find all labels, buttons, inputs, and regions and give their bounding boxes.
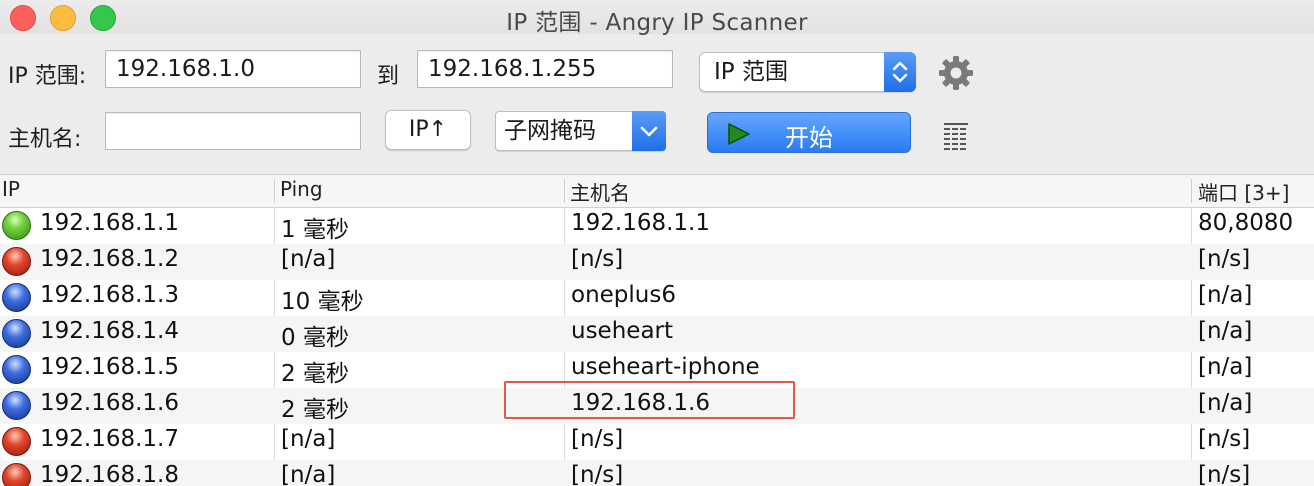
ip-cell: 192.168.1.5 <box>40 354 179 380</box>
column-header-hostname[interactable]: 主机名 <box>570 177 630 206</box>
table-row[interactable]: 192.168.1.7 [n/a] [n/s] [n/s] <box>0 424 1314 460</box>
title-bar: IP 范围 - Angry IP Scanner <box>0 0 1314 36</box>
host-status-icon <box>2 355 31 384</box>
ip-cell: 192.168.1.1 <box>40 210 179 236</box>
ping-cell: [n/a] <box>281 462 336 486</box>
host-status-icon <box>2 463 31 486</box>
host-status-icon <box>2 391 31 420</box>
ports-cell: [n/a] <box>1198 282 1253 308</box>
feeder-select[interactable]: IP 范围 <box>699 52 916 92</box>
hostname-cell: [n/s] <box>571 462 624 486</box>
feeder-select-value: IP 范围 <box>714 59 788 85</box>
table-row[interactable]: 192.168.1.1 1 毫秒 192.168.1.1 80,8080 <box>0 208 1314 244</box>
host-status-icon <box>2 319 31 348</box>
ports-cell: [n/s] <box>1198 246 1251 272</box>
column-divider[interactable] <box>1191 179 1192 203</box>
ping-cell: 10 毫秒 <box>281 289 364 315</box>
column-divider[interactable] <box>274 179 275 203</box>
gear-icon[interactable] <box>937 54 975 92</box>
chevron-updown-icon <box>884 52 916 92</box>
table-row[interactable]: 192.168.1.4 0 毫秒 useheart [n/a] <box>0 316 1314 352</box>
hostname-input[interactable] <box>105 112 361 150</box>
ip-cell: 192.168.1.3 <box>40 282 179 308</box>
table-row[interactable]: 192.168.1.8 [n/a] [n/s] [n/s] <box>0 460 1314 486</box>
ping-cell: 2 毫秒 <box>281 397 349 423</box>
hostname-cell: [n/s] <box>571 246 624 272</box>
table-row[interactable]: 192.168.1.3 10 毫秒 oneplus6 [n/a] <box>0 280 1314 316</box>
ping-cell: 1 毫秒 <box>281 217 349 243</box>
host-status-icon <box>2 283 31 312</box>
columns-icon[interactable] <box>942 121 970 151</box>
to-label: 到 <box>377 64 400 89</box>
ip-cell: 192.168.1.8 <box>40 462 179 486</box>
ip-range-label: IP 范围: <box>8 64 87 89</box>
start-button-label: 开始 <box>785 124 833 152</box>
ports-cell: 80,8080 <box>1198 210 1294 236</box>
netmask-select-value: 子网掩码 <box>504 118 596 144</box>
ports-cell: [n/a] <box>1198 318 1253 344</box>
column-header-ports[interactable]: 端口 [3+] <box>1198 177 1289 206</box>
ip-cell: 192.168.1.7 <box>40 426 179 452</box>
results-table: IP Ping 主机名 端口 [3+] 192.168.1.1 1 毫秒 192.1… <box>0 174 1314 486</box>
host-status-icon <box>2 427 31 456</box>
table-header: IP Ping 主机名 端口 [3+] <box>0 174 1314 208</box>
ip-cell: 192.168.1.6 <box>40 390 179 416</box>
hostname-cell: [n/s] <box>571 426 624 452</box>
window-title: IP 范围 - Angry IP Scanner <box>506 10 808 36</box>
ip-cell: 192.168.1.4 <box>40 318 179 344</box>
host-status-icon <box>2 247 31 276</box>
host-status-icon <box>2 211 31 240</box>
column-header-ping[interactable]: Ping <box>280 177 323 201</box>
ip-cell: 192.168.1.2 <box>40 246 179 272</box>
ping-cell: [n/a] <box>281 426 336 452</box>
netmask-select[interactable]: 子网掩码 <box>495 111 666 151</box>
start-button[interactable]: 开始 <box>707 112 911 153</box>
table-row[interactable]: 192.168.1.2 [n/a] [n/s] [n/s] <box>0 244 1314 280</box>
column-header-ip[interactable]: IP <box>2 177 20 201</box>
ports-cell: [n/a] <box>1198 354 1253 380</box>
hostname-cell: useheart-iphone <box>571 354 760 380</box>
ports-cell: [n/a] <box>1198 390 1253 416</box>
ping-cell: [n/a] <box>281 246 336 272</box>
hostname-cell: useheart <box>571 318 674 344</box>
table-body: 192.168.1.1 1 毫秒 192.168.1.1 80,8080 192.168… <box>0 208 1314 486</box>
start-ip-input[interactable]: 192.168.1.0 <box>105 50 361 88</box>
end-ip-input[interactable]: 192.168.1.255 <box>417 50 673 88</box>
hostname-label: 主机名: <box>8 127 82 152</box>
ping-cell: 0 毫秒 <box>281 325 349 351</box>
ping-cell: 2 毫秒 <box>281 361 349 387</box>
ip-up-button[interactable]: IP↑ <box>385 110 471 150</box>
column-divider[interactable] <box>564 179 565 203</box>
hostname-cell: oneplus6 <box>571 282 676 308</box>
ports-cell: [n/s] <box>1198 462 1251 486</box>
chevron-down-icon <box>632 111 666 151</box>
annotation-highlight-box <box>504 381 795 419</box>
hostname-cell: 192.168.1.1 <box>571 210 710 236</box>
ports-cell: [n/s] <box>1198 426 1251 452</box>
